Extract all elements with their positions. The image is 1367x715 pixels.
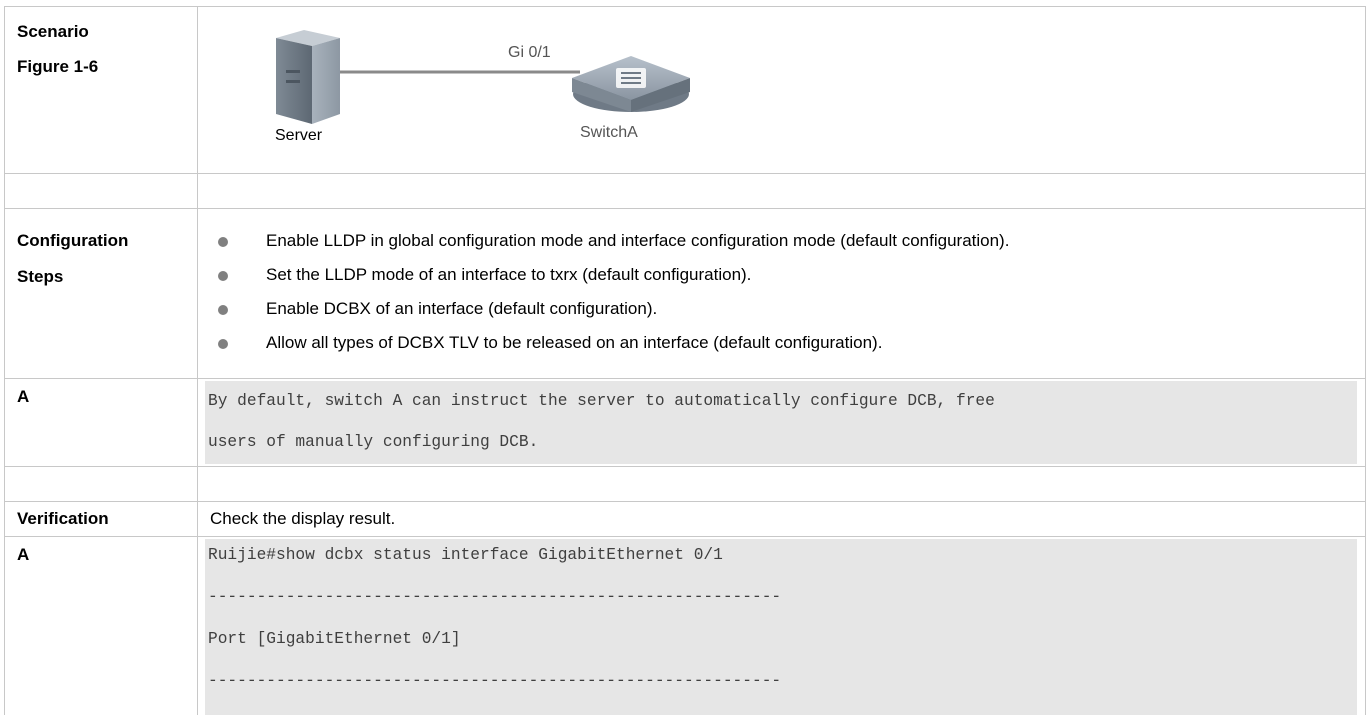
table-rule bbox=[197, 6, 198, 715]
verify-code-label: A bbox=[17, 545, 30, 564]
steps-label: Steps bbox=[17, 267, 64, 286]
table-rule bbox=[4, 208, 1365, 209]
config-code-label: A bbox=[17, 387, 30, 406]
list-item: Set the LLDP mode of an interface to txr… bbox=[204, 259, 1354, 293]
code-line: By default, switch A can instruct the se… bbox=[208, 392, 995, 410]
list-item: Enable DCBX of an interface (default con… bbox=[204, 293, 1354, 327]
table-rule bbox=[4, 536, 1365, 537]
code-line: ----------------------------------------… bbox=[208, 588, 782, 606]
bullet-icon bbox=[218, 271, 228, 281]
table-rule bbox=[4, 466, 1365, 467]
configuration-label: Configuration bbox=[17, 231, 129, 250]
bullet-icon bbox=[218, 339, 228, 349]
switch-label: SwitchA bbox=[580, 124, 638, 141]
server-label: Server bbox=[275, 127, 323, 144]
code-block: By default, switch A can instruct the se… bbox=[205, 381, 1357, 464]
figure-label: Figure 1-6 bbox=[17, 57, 99, 76]
verification-label: Verification bbox=[17, 509, 109, 528]
table-rule bbox=[4, 378, 1365, 379]
step-text: Set the LLDP mode of an interface to txr… bbox=[266, 265, 752, 284]
step-text: Enable DCBX of an interface (default con… bbox=[266, 299, 658, 318]
server-icon bbox=[276, 30, 340, 124]
table-rule bbox=[4, 501, 1365, 502]
code-block: Ruijie#show dcbx status interface Gigabi… bbox=[205, 539, 1357, 715]
table-rule bbox=[4, 173, 1365, 174]
table-rule bbox=[1365, 6, 1366, 715]
scenario-label: Scenario bbox=[17, 22, 89, 41]
switch-icon bbox=[572, 56, 690, 112]
list-item: Enable LLDP in global configuration mode… bbox=[204, 225, 1354, 259]
code-line: Ruijie#show dcbx status interface Gigabi… bbox=[208, 546, 723, 564]
code-line: Port [GigabitEthernet 0/1] bbox=[208, 630, 461, 648]
bullet-icon bbox=[218, 237, 228, 247]
bullet-icon bbox=[218, 305, 228, 315]
step-text: Enable LLDP in global configuration mode… bbox=[266, 231, 1010, 250]
list-item: Allow all types of DCBX TLV to be releas… bbox=[204, 327, 1354, 361]
code-line: users of manually configuring DCB. bbox=[208, 433, 539, 451]
table-rule bbox=[4, 6, 5, 715]
table-rule bbox=[4, 6, 1365, 7]
step-text: Allow all types of DCBX TLV to be releas… bbox=[266, 333, 883, 352]
code-line: ----------------------------------------… bbox=[208, 672, 782, 690]
port-label: Gi 0/1 bbox=[508, 44, 551, 61]
verification-text: Check the display result. bbox=[210, 509, 396, 528]
